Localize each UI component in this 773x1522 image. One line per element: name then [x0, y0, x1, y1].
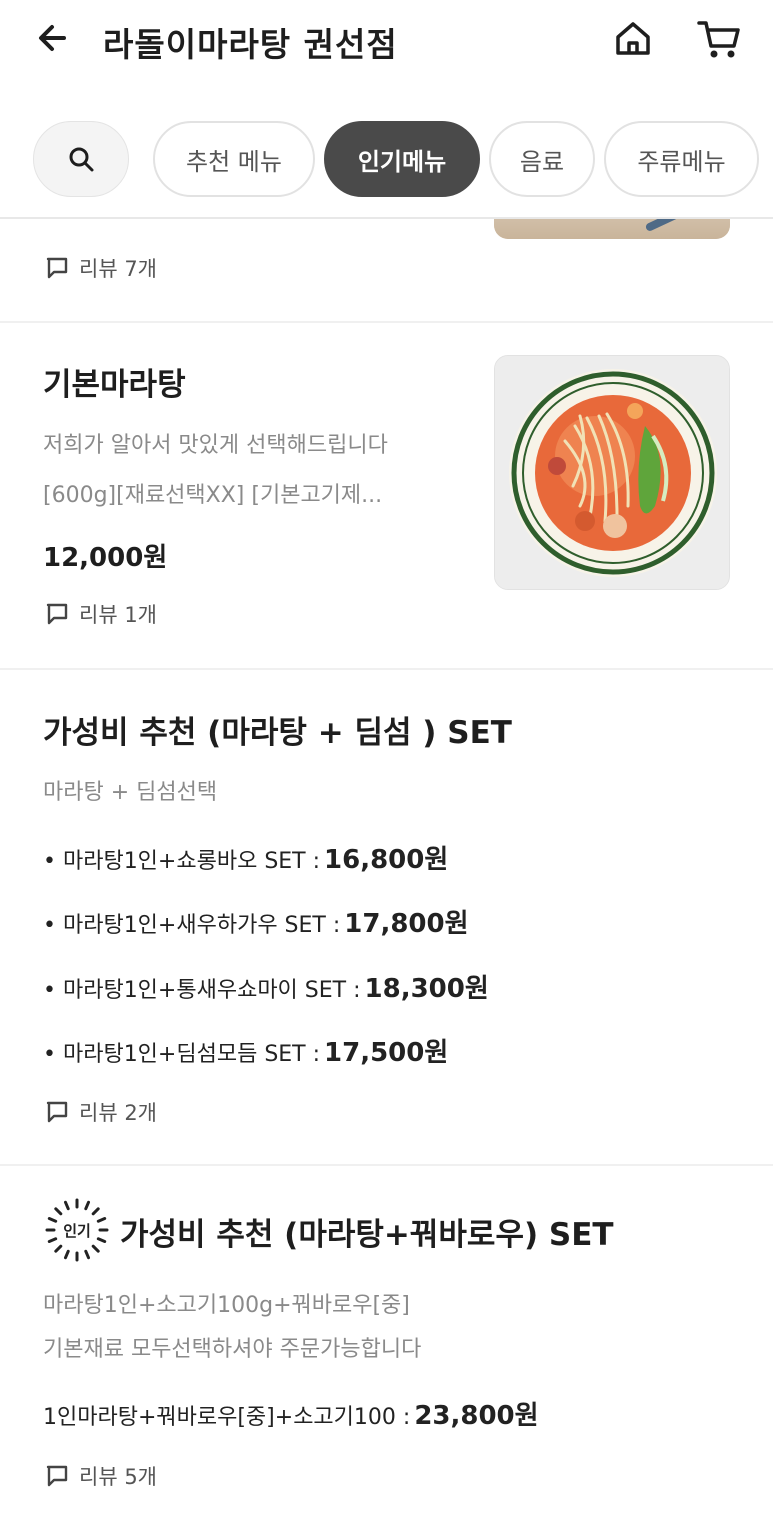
menu-item-image [494, 219, 730, 239]
back-arrow-icon [39, 25, 66, 51]
set-option-price: 23,800원 [414, 1401, 539, 1431]
review-count: 리뷰 7개 [45, 253, 157, 283]
menu-item-description: 마라탕1인+소고기100g+꿔바로우[중] [43, 1293, 410, 1318]
comment-icon [46, 1465, 68, 1487]
malatang-bowl-image [495, 356, 729, 589]
home-icon [616, 22, 650, 55]
set-option: • 마라탕1인+통새우쇼마이 SET : 18,300원 [43, 968, 489, 1005]
review-label: 리뷰 1개 [79, 603, 157, 627]
menu-item-description: [600g][재료선택XX] [기본고기제... [43, 483, 383, 508]
tab-recommended[interactable]: 추천 메뉴 [153, 121, 315, 197]
menu-item-name: 기본마라탕 [43, 367, 186, 403]
menu-item-description: 마라탕 + 딤섬선택 [43, 780, 218, 805]
item-divider [0, 668, 773, 670]
item-divider [0, 1164, 773, 1166]
tab-drinks[interactable]: 음료 [489, 121, 595, 197]
tab-popular[interactable]: 인기메뉴 [324, 121, 480, 197]
set-option-label: • 마라탕1인+새우하가우 SET : [43, 913, 341, 938]
menu-item-description: 저희가 알아서 맛있게 선택해드립니다 [43, 433, 388, 458]
set-option: • 마라탕1인+쇼롱바오 SET : 16,800원 [43, 839, 448, 876]
set-option: • 마라탕1인+새우하가우 SET : 17,800원 [43, 903, 469, 940]
review-label: 리뷰 7개 [79, 257, 157, 281]
comment-icon [46, 257, 68, 279]
cart-icon [697, 21, 740, 58]
badge-label: 인기 [63, 1221, 91, 1240]
search-icon [69, 147, 94, 172]
set-option-price: 17,500원 [324, 1038, 449, 1068]
set-option-label: • 마라탕1인+딤섬모듬 SET : [43, 1042, 321, 1067]
review-count: 리뷰 5개 [45, 1461, 157, 1491]
set-option-price: 17,800원 [344, 909, 469, 939]
review-label: 리뷰 5개 [79, 1465, 157, 1489]
comment-icon [46, 603, 68, 625]
tab-alcohol[interactable]: 주류메뉴 [604, 121, 759, 197]
set-option-price: 16,800원 [324, 845, 449, 875]
category-tabs: 추천 메뉴 인기메뉴 음료 주류메뉴 [0, 112, 773, 212]
comment-icon [46, 1101, 68, 1123]
menu-item-name: 가성비 추천 (마라탕 + 딤섬 ) SET [43, 715, 512, 751]
review-count: 리뷰 2개 [45, 1097, 157, 1127]
menu-item-name: 가성비 추천 (마라탕+꿔바로우) SET [120, 1217, 614, 1253]
menu-item-description: 기본재료 모두선택하셔야 주문가능합니다 [43, 1337, 422, 1362]
menu-item-image [494, 355, 730, 590]
home-button[interactable] [608, 14, 658, 64]
item-divider [0, 321, 773, 323]
review-count: 리뷰 1개 [45, 599, 157, 629]
set-option-label: 1인마라탕+꿔바로우[중]+소고기100 : [43, 1405, 411, 1430]
menu-list[interactable]: 리뷰 7개 기본마라탕 저희가 알아서 맛있게 선택해드립니다 [600g][재… [0, 219, 773, 1522]
menu-item-price: 12,000원 [43, 543, 168, 573]
popular-badge: 인기 [43, 1196, 111, 1264]
set-option: 1인마라탕+꿔바로우[중]+소고기100 : 23,800원 [43, 1395, 539, 1432]
set-option-label: • 마라탕1인+통새우쇼마이 SET : [43, 978, 361, 1003]
set-option-label: • 마라탕1인+쇼롱바오 SET : [43, 849, 321, 874]
top-bar: 라돌이마라탕 권선점 [0, 0, 773, 100]
back-button[interactable] [30, 14, 78, 62]
search-button[interactable] [33, 121, 129, 197]
set-option-price: 18,300원 [364, 974, 489, 1004]
cart-button[interactable] [692, 14, 746, 64]
page-title: 라돌이마라탕 권선점 [103, 25, 398, 64]
set-option: • 마라탕1인+딤섬모듬 SET : 17,500원 [43, 1032, 448, 1069]
review-label: 리뷰 2개 [79, 1101, 157, 1125]
